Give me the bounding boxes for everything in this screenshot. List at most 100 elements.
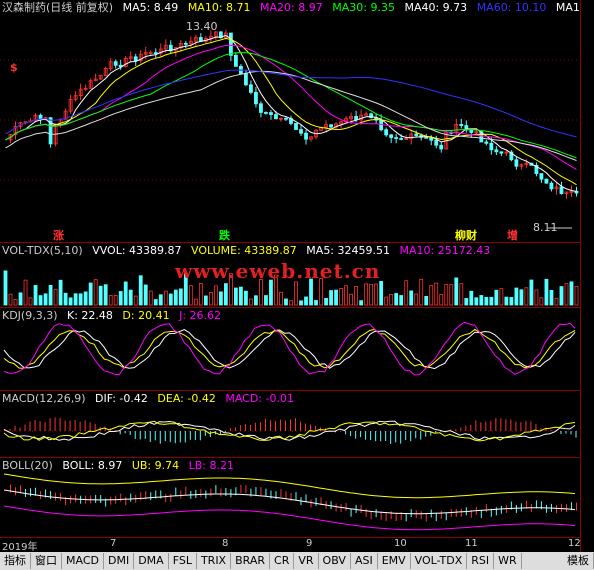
volume-bar (289, 300, 293, 306)
volume-bar (544, 278, 549, 306)
macd-header: MACD(12,26,9) DIF: -0.42 DEA: -0.42 MACD… (2, 392, 300, 406)
volume-panel[interactable]: VOL-TDX(5,10) VVOL: 43389.87 VOLUME: 433… (0, 243, 580, 308)
kdj-panel[interactable]: KDJ(9,3,3) K: 22.48 D: 20.41 J: 26.62 (0, 308, 580, 391)
volume-bar (8, 293, 13, 306)
volume-bar (364, 283, 369, 306)
candle-body (514, 159, 519, 167)
volume-bar (93, 279, 98, 306)
volume-bar (33, 285, 38, 306)
volume-bar (374, 283, 379, 306)
volume-bar (349, 293, 354, 306)
volume-bar (399, 295, 404, 306)
volume-bar (178, 288, 183, 306)
candle-body (294, 123, 298, 130)
tab-dmi[interactable]: DMI (104, 553, 135, 569)
volume-bar (73, 293, 78, 306)
macd-panel[interactable]: MACD(12,26,9) DIF: -0.42 DEA: -0.42 MACD… (0, 391, 580, 458)
date-label: 12 (568, 538, 581, 549)
candle-body (183, 42, 188, 45)
right-scrollbar[interactable] (580, 0, 594, 552)
kdj-j: J: 26.62 (179, 309, 222, 322)
volume-bar (444, 284, 449, 306)
volume-bar (379, 280, 384, 306)
tab-vol-tdx[interactable]: VOL-TDX (411, 553, 468, 569)
volume-bar (68, 297, 73, 306)
tab-window[interactable]: 窗口 (31, 553, 62, 569)
volume-bar (213, 285, 218, 306)
candle-body (484, 141, 489, 144)
volume-bar (504, 296, 509, 306)
volume-bar (239, 286, 243, 306)
volume-bar (143, 284, 148, 306)
macd-value: MACD: -0.01 (225, 392, 294, 405)
tab-indicator[interactable]: 指标 (0, 553, 31, 569)
candle-body (549, 182, 554, 190)
volume-bar (88, 282, 93, 306)
volume-bar (264, 295, 268, 306)
volume-bar (564, 283, 569, 306)
tab-wr[interactable]: WR (494, 553, 522, 569)
volume-bar (83, 291, 88, 306)
volume-bar (18, 292, 23, 306)
tab-asi[interactable]: ASI (351, 553, 378, 569)
tab-obv[interactable]: OBV (319, 553, 351, 569)
tab-vr[interactable]: VR (294, 553, 319, 569)
candle-body (233, 54, 238, 67)
volume-bar (479, 295, 484, 306)
tab-rsi[interactable]: RSI (467, 553, 495, 569)
ma30-value: MA30: 9.35 (332, 1, 395, 14)
kdj-d: D: 20.41 (122, 309, 170, 322)
volume-bar (133, 295, 138, 306)
volume-bar (449, 284, 454, 306)
watermark: www.eweb.net.cn (175, 259, 381, 283)
vol-name: VOL-TDX(5,10) (2, 244, 83, 257)
tab-trix[interactable]: TRIX (197, 553, 232, 569)
tab-macd[interactable]: MACD (62, 553, 104, 569)
indicator-tab-bar: 指标 窗口 MACD DMI DMA FSL TRIX BRAR CR VR O… (0, 552, 594, 570)
volume-bar (524, 287, 529, 306)
vvol-value: VVOL: 43389.87 (92, 244, 182, 257)
volume-bar (153, 299, 158, 306)
tab-dma[interactable]: DMA (134, 553, 169, 569)
volume-bar (429, 285, 434, 306)
tab-template[interactable]: 模板 (563, 553, 594, 569)
ma20-value: MA20: 8.97 (260, 1, 323, 14)
candle-body (244, 73, 248, 86)
volume-bar (324, 297, 328, 306)
tab-emv[interactable]: EMV (378, 553, 411, 569)
volume-bar (13, 299, 18, 306)
volume-bar (103, 284, 108, 306)
volume-bar (409, 290, 414, 306)
volume-bar (464, 298, 469, 306)
candle-body (48, 117, 53, 145)
candle-body (284, 117, 288, 120)
stock-title: 汉森制药(日线 前复权) (2, 1, 114, 14)
boll-panel[interactable]: BOLL(20) BOLL: 8.97 UB: 9.74 LB: 8.21 (0, 458, 580, 538)
tab-cr[interactable]: CR (270, 553, 295, 569)
price-panel[interactable]: 汉森制药(日线 前复权) MA5: 8.49 MA10: 8.71 MA20: … (0, 0, 594, 243)
candle-body (539, 173, 544, 180)
candle-body (259, 103, 263, 113)
volume-bar (254, 295, 258, 306)
volume-bar (279, 291, 283, 306)
candle-body (489, 142, 494, 151)
candle-body (439, 144, 444, 150)
vol-ma10-value: MA10: 25172.43 (399, 244, 491, 257)
kdj-header: KDJ(9,3,3) K: 22.48 D: 20.41 J: 26.62 (2, 309, 227, 323)
candle-body (499, 151, 504, 154)
volume-bar (424, 296, 429, 306)
tab-fsl[interactable]: FSL (169, 553, 197, 569)
candle-body (304, 132, 308, 140)
date-label: 2019年 (2, 542, 38, 553)
date-label: 7 (110, 538, 117, 549)
volume-bar (163, 290, 168, 306)
price-chart (0, 29, 580, 229)
volume-bar (203, 295, 208, 306)
candle-body (389, 134, 394, 138)
volume-bar (534, 289, 539, 306)
tab-brar[interactable]: BRAR (231, 553, 271, 569)
volume-bar (173, 289, 178, 306)
volume-bar (38, 295, 43, 306)
volume-bar (529, 279, 534, 306)
volume-bar (539, 297, 544, 306)
